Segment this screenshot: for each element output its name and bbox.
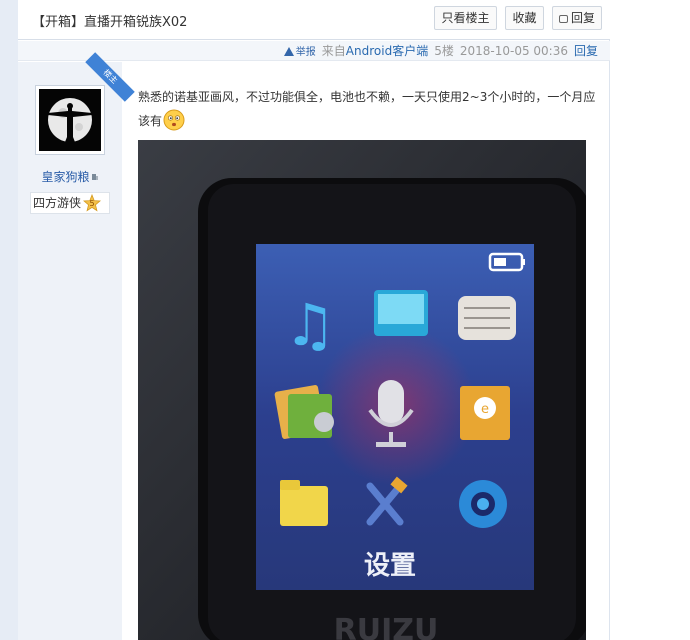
username: 皇家狗粮 bbox=[41, 170, 90, 184]
post-body: 熟悉的诺基亚画风，不过功能俱全，电池也不赖，一天只使用2~3个小时的，一个月应该… bbox=[138, 85, 598, 133]
svg-text:♫: ♫ bbox=[284, 291, 336, 359]
user-sidebar: 楼主 皇家狗粮 四方游侠 5 bbox=[18, 52, 135, 640]
report-link[interactable]: 举报 bbox=[296, 47, 316, 58]
post-photo[interactable]: ♫ e 设置 RUIZU bbox=[138, 140, 586, 640]
brand-text: RUIZU bbox=[334, 613, 439, 640]
thread-title: 【开箱】直播开箱锐族X02 bbox=[32, 15, 188, 30]
avatar-frame[interactable] bbox=[35, 85, 105, 155]
forum-thread-page: 【开箱】直播开箱锐族X02 只看楼主 收藏 回复 举报 来自Android客户端 5… bbox=[0, 0, 690, 640]
rank-title: 四方游侠 bbox=[33, 196, 82, 210]
post-meta: 举报 来自Android客户端 5楼 2018-10-05 00:36 回复 bbox=[283, 42, 598, 59]
reply-icon bbox=[558, 15, 568, 23]
reply-button[interactable]: 回复 bbox=[552, 6, 602, 30]
reply-button-label: 回复 bbox=[570, 11, 595, 25]
gender-icon bbox=[91, 174, 98, 180]
only-op-button[interactable]: 只看楼主 bbox=[434, 6, 497, 30]
post-meta-row: 举报 来自Android客户端 5楼 2018-10-05 00:36 回复 bbox=[18, 41, 610, 61]
screen-label: 设置 bbox=[364, 551, 416, 581]
level-star-icon: 5 bbox=[83, 194, 101, 212]
warning-icon bbox=[283, 47, 294, 56]
smiley-emoji-icon bbox=[163, 109, 185, 131]
post-text: 熟悉的诺基亚画风，不过功能俱全，电池也不赖，一天只使用2~3个小时的，一个月应该… bbox=[138, 90, 596, 128]
client-link[interactable]: Android客户端 bbox=[346, 44, 428, 58]
user-rank: 四方游侠 5 bbox=[30, 192, 110, 214]
svg-text:e: e bbox=[481, 402, 489, 417]
avatar bbox=[39, 89, 101, 151]
level-number: 5 bbox=[89, 199, 94, 208]
username-link[interactable]: 皇家狗粮 bbox=[18, 168, 122, 185]
floor-number: 5楼 bbox=[434, 44, 454, 58]
from-prefix: 来自 bbox=[321, 44, 346, 58]
thread-header: 【开箱】直播开箱锐族X02 只看楼主 收藏 回复 bbox=[18, 0, 610, 40]
favorite-button[interactable]: 收藏 bbox=[505, 6, 544, 30]
post-reply-link[interactable]: 回复 bbox=[574, 44, 598, 58]
device-photo: ♫ e 设置 RUIZU bbox=[138, 140, 586, 640]
content-border bbox=[609, 0, 610, 640]
left-gutter bbox=[0, 0, 18, 640]
post-timestamp: 2018-10-05 00:36 bbox=[459, 44, 568, 58]
